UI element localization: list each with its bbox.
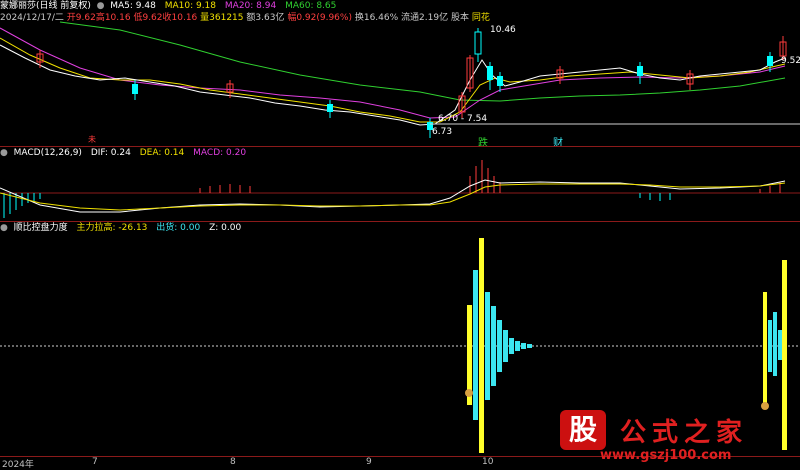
x-axis-month: 7: [92, 457, 98, 467]
x-axis-month: 8: [230, 457, 236, 467]
divider-price-macd: [0, 146, 800, 147]
macd-value: MACD: 0.20: [193, 148, 247, 158]
watermark-title: 公式之家: [620, 418, 749, 448]
dot-icon: ●: [0, 148, 11, 158]
ma5-line: [0, 44, 786, 126]
x-axis-month: 9: [366, 457, 372, 467]
indicator-ship: 出货: 0.00: [156, 223, 201, 233]
candles: [36, 28, 787, 138]
macd-dea: DEA: 0.14: [139, 148, 185, 158]
indicator-cyan-bars: [473, 270, 782, 420]
range-marker: 6.70 - 7.54: [438, 114, 488, 124]
low-price-marker: 6.73: [432, 127, 453, 137]
watermark: 股 公式之家 www.gszj100.com: [560, 410, 790, 466]
right-price-label: 9.52: [781, 56, 800, 66]
macd-dif-line: [0, 179, 786, 213]
macd-title[interactable]: MACD(12,26,9): [14, 148, 82, 158]
x-axis-month: 10: [482, 457, 494, 467]
indicator-main: 主力拉高: -26.13: [76, 223, 148, 233]
watermark-url: www.gszj100.com: [600, 448, 732, 463]
ma10-line: [0, 37, 786, 123]
watermark-logo: 股: [560, 410, 606, 450]
macd-dif: DIF: 0.24: [90, 148, 131, 158]
x-axis-year: 2024年: [2, 460, 34, 470]
indicator-z: Z: 0.00: [209, 223, 242, 233]
high-price-marker: 10.46: [490, 25, 516, 35]
money-bag-icon: [761, 402, 769, 410]
ma20-line: [0, 27, 786, 119]
chart-canvas: [0, 21, 800, 453]
indicator-header: ● 顺比控盘力度 主力拉高: -26.13 出货: 0.00 Z: 0.00: [0, 223, 247, 234]
money-bag-icon: [465, 389, 473, 397]
macd-header: ● MACD(12,26,9) DIF: 0.24 DEA: 0.14 MACD…: [0, 148, 252, 159]
macd-dea-line: [0, 182, 786, 211]
dot-icon: ●: [0, 223, 11, 233]
macd-histogram: [3, 160, 781, 218]
divider-macd-indicator: [0, 221, 800, 222]
ma60-line: [59, 21, 786, 102]
indicator-title[interactable]: 顺比控盘力度: [14, 223, 68, 233]
event-marker-left[interactable]: 未: [88, 134, 96, 145]
